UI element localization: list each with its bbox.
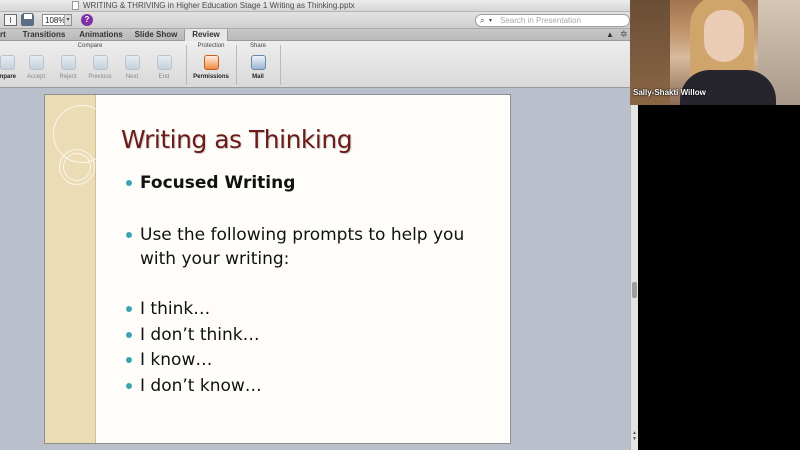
tab-animations[interactable]: Animations xyxy=(72,29,130,41)
help-icon[interactable]: ? xyxy=(81,14,93,26)
standard-toolbar: 108% ▾ ? ⌕ ▾ Search in Presentation xyxy=(0,12,630,29)
bullet-dot xyxy=(126,383,132,389)
accept-icon xyxy=(29,55,44,70)
participant-name: Sally-Shakti Willow xyxy=(633,88,706,97)
tab-slide-show[interactable]: Slide Show xyxy=(131,29,181,41)
slide-decorative-band xyxy=(45,95,111,443)
window-title: WRITING & THRIVING in Higher Education S… xyxy=(83,1,355,10)
group-protection-label: Protection xyxy=(197,43,225,49)
search-placeholder: Search in Presentation xyxy=(500,16,581,25)
ribbon-divider xyxy=(280,45,281,85)
decorative-ring xyxy=(63,153,91,181)
slide-title: Writing as Thinking xyxy=(121,125,353,154)
bullet-dot xyxy=(126,357,132,363)
zoom-dropdown-icon[interactable]: ▾ xyxy=(64,15,71,25)
bullet-dot xyxy=(126,180,132,186)
accept-button[interactable]: Accept xyxy=(21,53,51,83)
end-review-icon xyxy=(157,55,172,70)
scrollbar-thumb[interactable] xyxy=(632,282,637,298)
search-field[interactable]: ⌕ ▾ Search in Presentation xyxy=(475,14,630,27)
mail-button[interactable]: Mail xyxy=(243,53,273,83)
title-bar: WRITING & THRIVING in Higher Education S… xyxy=(0,0,630,12)
bullet-dot xyxy=(126,232,132,238)
ribbon-divider xyxy=(236,45,237,85)
participant-video[interactable]: Sally-Shakti Willow xyxy=(630,0,800,105)
reject-icon xyxy=(61,55,76,70)
print-icon[interactable] xyxy=(21,13,34,26)
permissions-button[interactable]: Permissions xyxy=(193,53,229,83)
search-options-icon[interactable]: ▾ xyxy=(489,16,492,26)
search-icon: ⌕ xyxy=(480,16,485,25)
vertical-scrollbar[interactable]: ▲ ▼ xyxy=(630,90,638,450)
zoom-field[interactable]: 108% ▾ xyxy=(42,14,72,26)
ribbon-tabs: rt Transitions Animations Slide Show Rev… xyxy=(0,29,630,42)
tab-transitions[interactable]: Transitions xyxy=(18,29,70,41)
slide-canvas[interactable]: Writing as Thinking Focused Writing Use … xyxy=(44,94,511,444)
gear-icon[interactable]: ✲ xyxy=(620,29,628,40)
scroll-arrows-icon[interactable]: ▲ ▼ xyxy=(631,430,638,442)
document-icon xyxy=(72,1,79,10)
normal-view-icon[interactable] xyxy=(4,14,17,26)
mail-icon xyxy=(251,55,266,70)
bullet-dot xyxy=(126,306,132,312)
collapse-ribbon-icon[interactable]: ▲ xyxy=(606,30,614,39)
powerpoint-window: WRITING & THRIVING in Higher Education S… xyxy=(0,0,630,450)
bullet-dot xyxy=(126,332,132,338)
permissions-icon xyxy=(204,55,219,70)
group-share-label: Share xyxy=(249,43,266,49)
reject-button[interactable]: Reject xyxy=(53,53,83,83)
ribbon-review: Compare Protection Share mpare Accept Re… xyxy=(0,41,630,88)
participant-face xyxy=(704,10,744,62)
compare-icon xyxy=(0,55,15,70)
previous-icon xyxy=(93,55,108,70)
group-compare-label: Compare xyxy=(77,43,103,49)
end-review-button[interactable]: End xyxy=(149,53,179,83)
zoom-value: 108% xyxy=(45,16,66,25)
ribbon-divider xyxy=(186,45,187,85)
next-button[interactable]: Next xyxy=(117,53,147,83)
previous-button[interactable]: Previous xyxy=(85,53,115,83)
next-icon xyxy=(125,55,140,70)
tab-insert[interactable]: rt xyxy=(0,29,12,41)
